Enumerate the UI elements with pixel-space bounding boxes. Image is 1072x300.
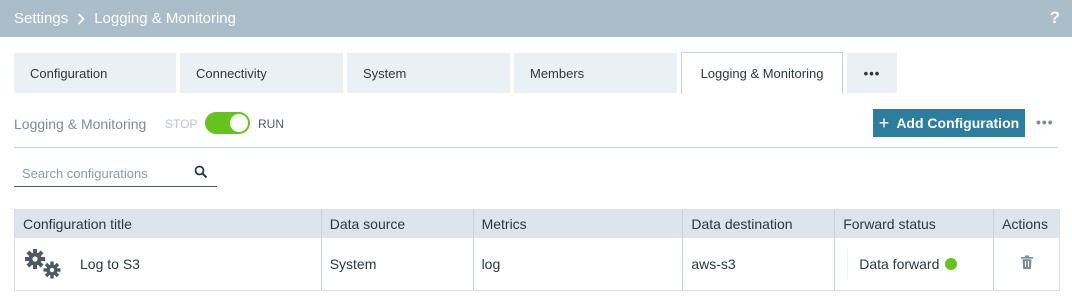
cell-forward-status: Data forward (835, 238, 995, 290)
search-icon[interactable] (194, 165, 208, 184)
column-header-data-destination[interactable]: Data destination (683, 210, 836, 238)
tab-system[interactable]: System (347, 53, 510, 93)
column-header-forward-status[interactable]: Forward status (835, 210, 995, 238)
run-stop-toggle[interactable] (205, 112, 250, 134)
more-options-button[interactable]: ••• (1036, 114, 1054, 130)
breadcrumb-current: Logging & Monitoring (94, 10, 236, 27)
breadcrumb-root[interactable]: Settings (14, 10, 68, 27)
tab-more-button[interactable]: ••• (847, 53, 897, 93)
status-badge: Data forward (847, 249, 958, 279)
chevron-right-icon (77, 12, 85, 25)
stop-label: STOP (165, 117, 198, 131)
tab-configuration[interactable]: Configuration (14, 53, 176, 93)
tab-connectivity[interactable]: Connectivity (180, 53, 343, 93)
run-label: RUN (258, 117, 284, 131)
search-input[interactable] (14, 160, 217, 187)
table-row[interactable]: Log to S3 System log aws-s3 Data forward (15, 238, 1059, 290)
cell-data-destination: aws-s3 (683, 238, 836, 290)
status-dot-icon (945, 258, 958, 270)
trash-icon[interactable] (1020, 255, 1034, 273)
gears-icon (25, 249, 61, 279)
configuration-title[interactable]: Log to S3 (80, 256, 140, 272)
add-configuration-button[interactable]: + Add Configuration (873, 109, 1025, 137)
add-configuration-label: Add Configuration (896, 115, 1020, 131)
column-header-data-source[interactable]: Data source (322, 210, 474, 238)
tab-bar: Configuration Connectivity System Member… (14, 52, 901, 95)
column-header-metrics[interactable]: Metrics (474, 210, 684, 238)
help-icon[interactable]: ? (1050, 8, 1060, 28)
column-header-actions: Actions (1002, 216, 1048, 232)
table-header: Configuration title Data source Metrics … (15, 210, 1059, 238)
cell-actions (994, 238, 1059, 290)
forward-status-label: Data forward (859, 256, 940, 272)
cell-title: Log to S3 (15, 238, 322, 290)
tab-members[interactable]: Members (514, 53, 677, 93)
cell-data-source: System (322, 238, 474, 290)
divider (14, 147, 1058, 148)
plus-icon: + (878, 113, 890, 133)
tab-logging-monitoring[interactable]: Logging & Monitoring (681, 52, 843, 94)
section-label: Logging & Monitoring (14, 116, 147, 132)
top-bar: Settings Logging & Monitoring ? (0, 0, 1072, 37)
configurations-table: Configuration title Data source Metrics … (14, 209, 1060, 291)
cell-metrics: log (474, 238, 684, 290)
toggle-knob (230, 114, 248, 132)
column-header-title[interactable]: Configuration title (15, 210, 322, 238)
